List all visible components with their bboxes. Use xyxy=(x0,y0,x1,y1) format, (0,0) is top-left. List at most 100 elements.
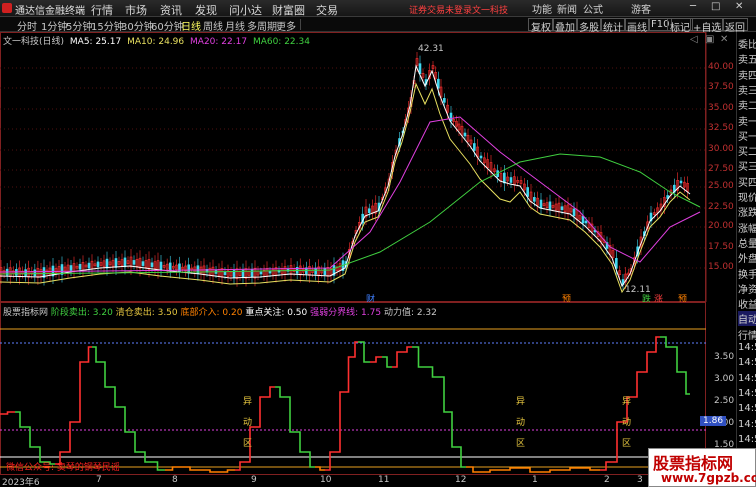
side-panel-item[interactable]: 14:58 xyxy=(738,434,756,445)
oscillator-segment xyxy=(65,421,75,453)
guest-button[interactable]: 游客 xyxy=(631,1,651,16)
oscillator-segment xyxy=(92,346,100,363)
oscillator-segment xyxy=(612,421,622,463)
price-tick-label: 27.50 xyxy=(708,164,734,174)
ma-legend: 文一科技(日线) MA5: 25.17 MA10: 24.96 MA20: 22… xyxy=(3,34,313,47)
oscillator-segment xyxy=(15,411,25,428)
title-bar: 通达信金融终端 行情 市场 资讯 发现 问小达 财富圈 交易 证券交易未登录 文… xyxy=(0,0,756,17)
draw-line-button[interactable]: 画线 xyxy=(624,18,650,34)
menu-market-quotes[interactable]: 行情 xyxy=(91,2,113,18)
candle-body xyxy=(33,269,37,277)
anomaly-word-2: 动 xyxy=(243,418,253,428)
statistics-button[interactable]: 统计 xyxy=(600,18,626,34)
price-tick-label: 15.00 xyxy=(708,262,734,272)
period-15min[interactable]: 15分钟 xyxy=(91,18,124,33)
period-more[interactable]: 更多 xyxy=(276,18,296,33)
period-weekly[interactable]: 周线 xyxy=(203,18,223,33)
menu-ask[interactable]: 问小达 xyxy=(229,2,262,18)
period-1min[interactable]: 1分钟 xyxy=(41,18,67,33)
menu-trade[interactable]: 交易 xyxy=(316,2,338,18)
period-30min[interactable]: 30分钟 xyxy=(121,18,154,33)
side-panel-item: 卖一 xyxy=(738,116,756,128)
period-tick[interactable]: 分时 xyxy=(17,18,37,33)
ma60-line xyxy=(0,153,701,275)
oscillator-segment xyxy=(295,431,305,453)
menu-discover[interactable]: 发现 xyxy=(195,2,217,18)
collapse-left-icon[interactable]: ◁ xyxy=(690,34,698,45)
formula-button[interactable]: 公式 xyxy=(583,1,603,16)
oscillator-segment xyxy=(100,361,110,388)
oscillator-segment xyxy=(642,351,652,373)
function-button[interactable]: 功能 xyxy=(532,1,552,16)
stage-sell-value: 阶段卖出: 3.20 xyxy=(50,308,113,318)
menu-wealth[interactable]: 财富圈 xyxy=(272,2,305,18)
back-button[interactable]: 返回 xyxy=(722,18,748,34)
multi-stock-button[interactable]: 多股 xyxy=(576,18,602,34)
maximize-icon[interactable]: □ xyxy=(711,1,720,12)
candle-body xyxy=(96,261,100,268)
candle-body xyxy=(479,155,483,159)
menu-news[interactable]: 资讯 xyxy=(160,2,182,18)
oscillator-segment xyxy=(130,431,140,453)
period-daily[interactable]: 日线 xyxy=(181,18,201,33)
oscillator-segment xyxy=(200,469,220,473)
price-tick-label: 17.50 xyxy=(708,242,734,252)
oscillator-segment xyxy=(275,386,285,398)
focus-value: 重点关注: 0.50 xyxy=(245,308,308,318)
side-panel-item[interactable]: 14:58 xyxy=(738,388,756,399)
price-tick-label: 30.00 xyxy=(708,144,734,154)
indicator-chart[interactable] xyxy=(0,302,736,475)
side-panel-item: 卖三 xyxy=(738,85,756,97)
candle-body xyxy=(105,258,109,269)
close-panel-icon[interactable]: ✕ xyxy=(720,34,728,45)
price-chart[interactable] xyxy=(0,32,736,302)
candle-body xyxy=(679,180,683,184)
period-toolbar: 分时 1分钟 5分钟 15分钟 30分钟 60分钟 日线 周线 月线 多周期 更… xyxy=(0,17,756,34)
candle-body xyxy=(533,197,536,202)
period-60min[interactable]: 60分钟 xyxy=(151,18,184,33)
date-label: 3 xyxy=(637,475,643,485)
overlay-button[interactable]: 叠加 xyxy=(552,18,578,34)
side-panel-item[interactable]: 自动 xyxy=(738,311,756,327)
oscillator-segment xyxy=(255,396,265,428)
date-label: 9 xyxy=(251,475,257,485)
oscillator-segment xyxy=(150,461,165,471)
side-panel-item[interactable]: 14:58 xyxy=(738,373,756,384)
ma5-value: MA5: 25.17 xyxy=(69,37,122,47)
oscillator-segment xyxy=(402,346,412,353)
candle-body xyxy=(69,265,73,271)
oscillator-segment xyxy=(75,361,85,423)
date-label: 12 xyxy=(455,475,467,485)
news-button[interactable]: 新闻 xyxy=(557,1,577,16)
side-panel-item[interactable]: 14:58 xyxy=(738,419,756,430)
side-panel-item: 涨跌 xyxy=(738,208,756,220)
candle-body xyxy=(187,264,190,274)
oscillator-segment xyxy=(652,336,660,353)
side-panel-item[interactable]: 14:58 xyxy=(738,403,756,414)
period-5min[interactable]: 5分钟 xyxy=(66,18,92,33)
adjust-button[interactable]: 复权 xyxy=(528,18,554,34)
side-panel-item[interactable]: 14:58 xyxy=(738,342,756,353)
watermark-url: www.7gpzb.com xyxy=(661,471,756,485)
oscillator-segment xyxy=(440,376,448,413)
candle-body xyxy=(503,172,506,184)
date-label: 2 xyxy=(604,475,610,485)
broker-name: 文一科技 xyxy=(472,6,509,16)
side-panel-item[interactable]: 14:58 xyxy=(738,357,756,368)
ma60-value: MA60: 22.34 xyxy=(252,37,310,47)
date-label: 2023年6 xyxy=(2,478,40,487)
menu-market[interactable]: 市场 xyxy=(125,2,147,18)
login-warning[interactable]: 证券交易未登录 xyxy=(409,3,472,16)
oscillator-segment xyxy=(220,469,235,473)
candle-body xyxy=(141,261,145,266)
add-watchlist-button[interactable]: +自选 xyxy=(690,18,725,34)
side-panel-item: 卖二 xyxy=(738,101,756,113)
app-logo-icon xyxy=(2,3,12,13)
minimize-icon[interactable]: ─ xyxy=(690,1,696,12)
grid-toggle-icon[interactable]: ▣ xyxy=(705,34,714,45)
period-monthly[interactable]: 月线 xyxy=(225,18,245,33)
current-value-tag: 1.86 xyxy=(700,416,727,426)
close-icon[interactable]: ✕ xyxy=(735,1,743,12)
period-multi[interactable]: 多周期 xyxy=(247,18,277,33)
side-panel-item[interactable]: 行情 xyxy=(738,327,756,342)
